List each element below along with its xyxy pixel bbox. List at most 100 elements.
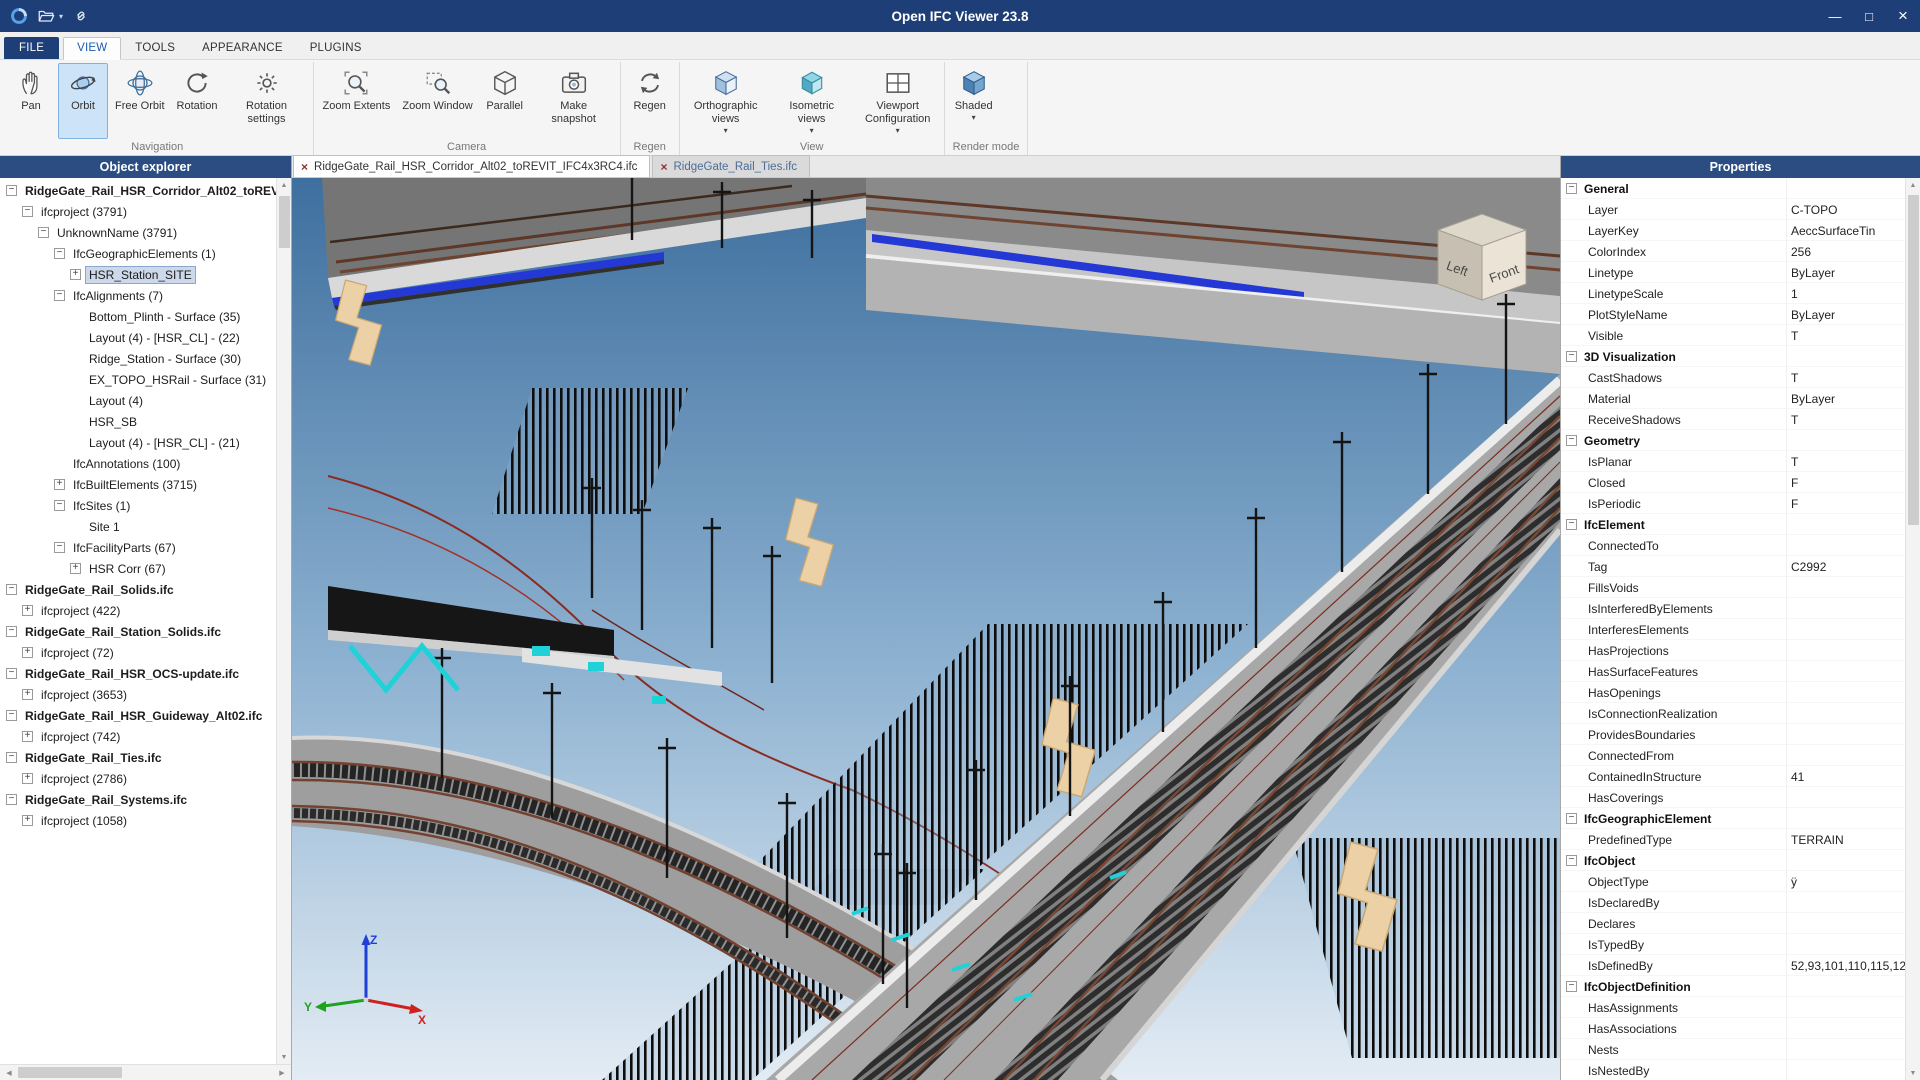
tree-item-ridgegate-rail-hsr-guideway-alt02-ifc[interactable]: −RidgeGate_Rail_HSR_Guideway_Alt02.ifc — [0, 705, 276, 726]
ribbon-button-make-snapshot[interactable]: Make snapshot — [532, 63, 616, 139]
property-row-material[interactable]: MaterialByLayer — [1561, 388, 1905, 409]
expand-icon[interactable]: + — [70, 563, 81, 574]
expand-icon[interactable]: + — [70, 269, 81, 280]
property-group-general[interactable]: −General — [1561, 178, 1905, 199]
link-icon[interactable] — [72, 7, 90, 25]
property-row-isconnectionrealization[interactable]: IsConnectionRealization — [1561, 703, 1905, 724]
property-row-objecttype[interactable]: ObjectTypeÿ — [1561, 871, 1905, 892]
property-row-tag[interactable]: TagC2992 — [1561, 556, 1905, 577]
viewport-tab-ridgegate-rail-hsr-corridor-alt02-torevit-ifc4x3rc4-ifc[interactable]: ×RidgeGate_Rail_HSR_Corridor_Alt02_toREV… — [293, 155, 650, 177]
close-tab-icon[interactable]: × — [660, 160, 667, 174]
property-row-linetypescale[interactable]: LinetypeScale1 — [1561, 283, 1905, 304]
close-tab-icon[interactable]: × — [301, 160, 308, 174]
property-row-istypedby[interactable]: IsTypedBy — [1561, 934, 1905, 955]
ribbon-button-free-orbit[interactable]: Free Orbit — [110, 63, 170, 139]
tree-item-ifcalignments-7[interactable]: −IfcAlignments (7) — [0, 285, 276, 306]
collapse-icon[interactable]: − — [1566, 183, 1577, 194]
collapse-icon[interactable]: − — [54, 248, 65, 259]
expand-icon[interactable]: + — [22, 689, 33, 700]
ribbon-button-viewport-configuration[interactable]: Viewport Configuration▾ — [856, 63, 940, 139]
tree-item-bottom-plinth-surface-35[interactable]: Bottom_Plinth - Surface (35) — [0, 306, 276, 327]
expand-icon[interactable]: + — [22, 815, 33, 826]
tree-item-unknownname-3791[interactable]: −UnknownName (3791) — [0, 222, 276, 243]
scroll-left-icon[interactable]: ◀ — [2, 1066, 16, 1080]
menu-tab-view[interactable]: VIEW — [63, 37, 121, 60]
tree-item-ifcproject-72[interactable]: +ifcproject (72) — [0, 642, 276, 663]
expand-icon[interactable]: + — [54, 479, 65, 490]
property-row-layerkey[interactable]: LayerKeyAeccSurfaceTin — [1561, 220, 1905, 241]
property-row-hasprojections[interactable]: HasProjections — [1561, 640, 1905, 661]
property-row-connectedfrom[interactable]: ConnectedFrom — [1561, 745, 1905, 766]
property-row-hasassignments[interactable]: HasAssignments — [1561, 997, 1905, 1018]
menu-tab-file[interactable]: FILE — [4, 37, 59, 59]
collapse-icon[interactable]: − — [54, 290, 65, 301]
tree-item-hsr-station-site[interactable]: +HSR_Station_SITE — [0, 264, 276, 285]
explorer-horizontal-scrollbar[interactable]: ◀ ▶ — [0, 1064, 291, 1080]
open-file-dropdown-caret-icon[interactable]: ▾ — [59, 12, 63, 21]
tree-item-ifcfacilityparts-67[interactable]: −IfcFacilityParts (67) — [0, 537, 276, 558]
collapse-icon[interactable]: − — [6, 794, 17, 805]
property-row-fillsvoids[interactable]: FillsVoids — [1561, 577, 1905, 598]
tree-item-ifcproject-1058[interactable]: +ifcproject (1058) — [0, 810, 276, 831]
collapse-icon[interactable]: − — [6, 626, 17, 637]
tree-item-ex-topo-hsrail-surface-31[interactable]: EX_TOPO_HSRail - Surface (31) — [0, 369, 276, 390]
collapse-icon[interactable]: − — [22, 206, 33, 217]
property-row-predefinedtype[interactable]: PredefinedTypeTERRAIN — [1561, 829, 1905, 850]
collapse-icon[interactable]: − — [6, 710, 17, 721]
property-row-visible[interactable]: VisibleT — [1561, 325, 1905, 346]
menu-tab-appearance[interactable]: APPEARANCE — [189, 38, 296, 59]
tree-item-ridgegate-rail-systems-ifc[interactable]: −RidgeGate_Rail_Systems.ifc — [0, 789, 276, 810]
tree-item-ridgegate-rail-hsr-corridor-alt02-torevit[interactable]: −RidgeGate_Rail_HSR_Corridor_Alt02_toREV… — [0, 180, 276, 201]
menu-tab-plugins[interactable]: PLUGINS — [297, 38, 375, 59]
expand-icon[interactable]: + — [22, 773, 33, 784]
property-row-castshadows[interactable]: CastShadowsT — [1561, 367, 1905, 388]
property-row-isperiodic[interactable]: IsPeriodicF — [1561, 493, 1905, 514]
scrollbar-thumb[interactable] — [18, 1067, 122, 1078]
tree-item-ifcproject-3653[interactable]: +ifcproject (3653) — [0, 684, 276, 705]
property-row-isnestedby[interactable]: IsNestedBy — [1561, 1060, 1905, 1080]
property-row-closed[interactable]: ClosedF — [1561, 472, 1905, 493]
tree-item-ridgegate-rail-ties-ifc[interactable]: −RidgeGate_Rail_Ties.ifc — [0, 747, 276, 768]
tree-item-layout-4-hsr-cl-21[interactable]: Layout (4) - [HSR_CL] - (21) — [0, 432, 276, 453]
viewport-tab-ridgegate-rail-ties-ifc[interactable]: ×RidgeGate_Rail_Ties.ifc — [652, 155, 810, 177]
property-row-receiveshadows[interactable]: ReceiveShadowsT — [1561, 409, 1905, 430]
collapse-icon[interactable]: − — [1566, 855, 1577, 866]
collapse-icon[interactable]: − — [54, 542, 65, 553]
ribbon-button-rotation[interactable]: Rotation — [172, 63, 223, 139]
collapse-icon[interactable]: − — [6, 668, 17, 679]
scroll-up-icon[interactable]: ▲ — [277, 178, 291, 192]
tree-item-ifcannotations-100[interactable]: IfcAnnotations (100) — [0, 453, 276, 474]
scroll-down-icon[interactable]: ▼ — [1906, 1066, 1920, 1080]
scrollbar-thumb[interactable] — [1908, 195, 1919, 525]
property-row-isdefinedby[interactable]: IsDefinedBy52,93,101,110,115,12 — [1561, 955, 1905, 976]
tree-item-ridgegate-rail-station-solids-ifc[interactable]: −RidgeGate_Rail_Station_Solids.ifc — [0, 621, 276, 642]
properties-vertical-scrollbar[interactable]: ▲ ▼ — [1905, 178, 1920, 1080]
tree-item-layout-4[interactable]: Layout (4) — [0, 390, 276, 411]
property-row-hasopenings[interactable]: HasOpenings — [1561, 682, 1905, 703]
tree-item-ridgegate-rail-hsr-ocs-update-ifc[interactable]: −RidgeGate_Rail_HSR_OCS-update.ifc — [0, 663, 276, 684]
open-file-icon[interactable] — [37, 7, 55, 25]
ribbon-button-parallel[interactable]: Parallel — [480, 63, 530, 139]
expand-icon[interactable]: + — [22, 731, 33, 742]
collapse-icon[interactable]: − — [1566, 435, 1577, 446]
ribbon-button-orbit[interactable]: Orbit — [58, 63, 108, 139]
tree-item-ridgegate-rail-solids-ifc[interactable]: −RidgeGate_Rail_Solids.ifc — [0, 579, 276, 600]
property-row-colorindex[interactable]: ColorIndex256 — [1561, 241, 1905, 262]
property-row-linetype[interactable]: LinetypeByLayer — [1561, 262, 1905, 283]
collapse-icon[interactable]: − — [6, 752, 17, 763]
window-close-button[interactable]: × — [1886, 0, 1920, 32]
window-minimize-button[interactable]: — — [1818, 0, 1852, 32]
collapse-icon[interactable]: − — [6, 185, 17, 196]
tree-item-hsr-corr-67[interactable]: +HSR Corr (67) — [0, 558, 276, 579]
property-row-layer[interactable]: LayerC-TOPO — [1561, 199, 1905, 220]
tree-item-ridge-station-surface-30[interactable]: Ridge_Station - Surface (30) — [0, 348, 276, 369]
expand-icon[interactable]: + — [22, 605, 33, 616]
scroll-up-icon[interactable]: ▲ — [1906, 178, 1920, 192]
tree-item-hsr-sb[interactable]: HSR_SB — [0, 411, 276, 432]
property-group-geometry[interactable]: −Geometry — [1561, 430, 1905, 451]
collapse-icon[interactable]: − — [6, 584, 17, 595]
tree-item-ifcsites-1[interactable]: −IfcSites (1) — [0, 495, 276, 516]
ribbon-button-shaded[interactable]: Shaded▾ — [949, 63, 999, 139]
property-row-providesboundaries[interactable]: ProvidesBoundaries — [1561, 724, 1905, 745]
property-row-containedinstructure[interactable]: ContainedInStructure41 — [1561, 766, 1905, 787]
